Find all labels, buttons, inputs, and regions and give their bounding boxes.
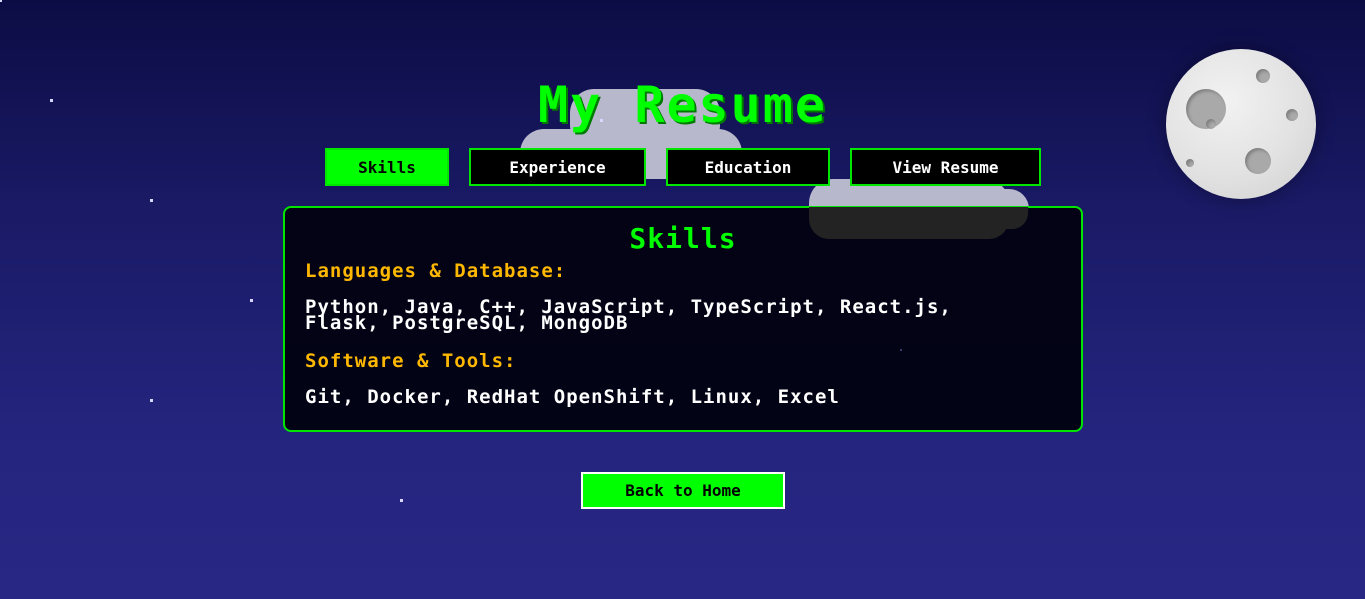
star-icon (250, 299, 253, 302)
section-heading-tools: Software & Tools: (305, 350, 517, 372)
tab-experience[interactable]: Experience (469, 148, 646, 186)
star-icon (150, 199, 153, 202)
skills-panel: Skills Languages & Database: Python, Jav… (283, 206, 1083, 432)
moon-crater (1245, 148, 1271, 174)
star-icon (600, 119, 603, 122)
section-heading-languages: Languages & Database: (305, 260, 567, 282)
star-icon (150, 399, 153, 402)
star-icon (0, 0, 2, 2)
star-icon (400, 499, 403, 502)
back-to-home-button[interactable]: Back to Home (581, 472, 785, 509)
tab-education[interactable]: Education (666, 148, 830, 186)
section-body-tools: Git, Docker, RedHat OpenShift, Linux, Ex… (305, 386, 840, 408)
moon-crater (1186, 159, 1194, 167)
cloud-shadow (809, 207, 1009, 239)
section-body-languages: Python, Java, C++, JavaScript, TypeScrip… (305, 296, 952, 334)
page-title: My Resume (538, 76, 827, 134)
tab-skills[interactable]: Skills (325, 148, 449, 186)
tab-view-resume[interactable]: View Resume (850, 148, 1041, 186)
star-icon (900, 349, 902, 351)
